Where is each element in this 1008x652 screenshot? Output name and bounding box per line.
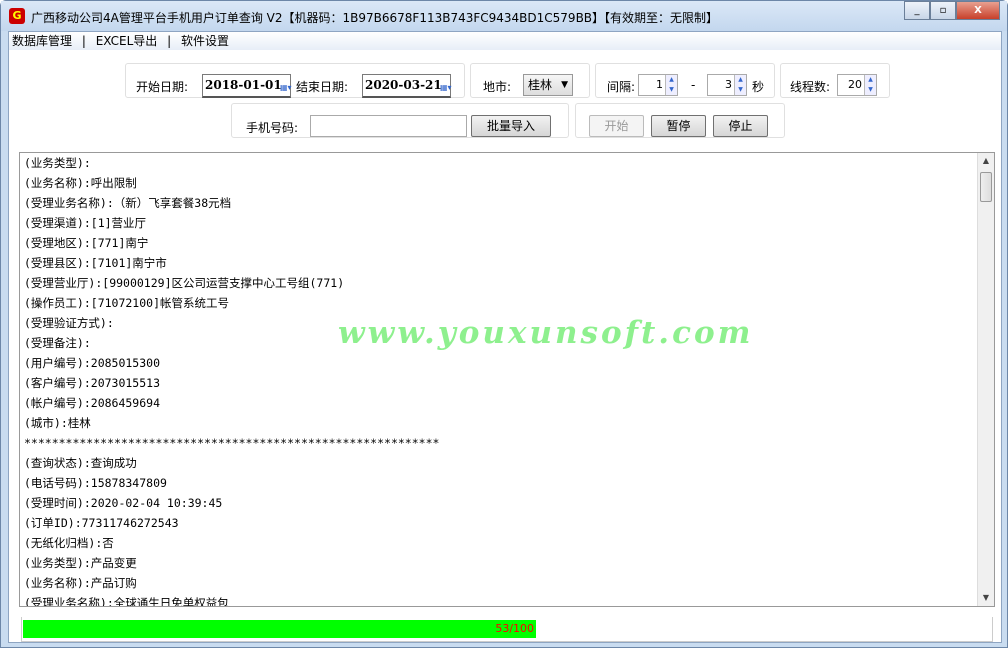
log-line: (订单ID):77311746272543 [24,516,179,530]
interval-max-value: 3 [725,78,732,91]
city-label: 地市: [483,80,512,94]
menu-separator: | [81,34,86,48]
stop-button[interactable]: 停止 [713,115,768,137]
interval-dash: - [691,78,696,92]
log-line: (无纸化归档):否 [24,536,114,550]
title-bar: G 广西移动公司4A管理平台手机用户订单查询 V2【机器码：1B97B6678F… [1,1,1007,31]
calendar-icon[interactable]: ▦▾ [280,77,292,95]
log-line: (用户编号):2085015300 [24,356,161,370]
phone-label: 手机号码: [246,121,299,135]
log-line: (受理地区):[771]南宁 [24,236,149,250]
spin-arrows-icon[interactable]: ▲ ▼ [665,75,677,95]
progress-bar: 53/100 [21,617,993,642]
log-line: (受理渠道):[1]营业厅 [24,216,147,230]
menu-settings[interactable]: 软件设置 [181,34,229,48]
vertical-scrollbar[interactable]: ▲ ▼ [977,153,994,606]
log-line: (业务名称):呼出限制 [24,176,137,190]
calendar-icon[interactable]: ▦▾ [440,77,452,95]
scroll-up-icon[interactable]: ▲ [978,153,994,169]
log-textarea[interactable]: (业务类型): (业务名称):呼出限制 (受理业务名称):（新）飞享套餐38元档 (受… [19,152,995,607]
progress-fill: 53/100 [23,620,537,638]
end-date-label: 结束日期: [296,80,349,94]
menu-database[interactable]: 数据库管理 [12,34,72,48]
interval-unit: 秒 [752,80,765,94]
threads-stepper[interactable]: 20 ▲ ▼ [837,74,877,96]
log-line: ****************************************… [24,436,440,450]
phone-input[interactable] [310,115,467,137]
threads-value: 20 [848,78,862,91]
log-line: (受理营业厅):[99000129]区公司运营支撑中心工号组(771) [24,276,345,290]
maximize-button[interactable]: ▫ [930,1,956,20]
scroll-thumb[interactable] [980,172,992,202]
start-date-value: 2018-01-01 [205,78,282,92]
chevron-down-icon: ▼ [561,80,568,90]
city-select[interactable]: 桂林 ▼ [523,74,573,96]
scroll-down-icon[interactable]: ▼ [978,590,994,606]
app-logo-icon: G [9,8,25,24]
batch-import-button[interactable]: 批量导入 [471,115,551,137]
spin-arrows-icon[interactable]: ▲ ▼ [734,75,746,95]
menu-bar: 数据库管理 | EXCEL导出 | 软件设置 [9,32,1001,50]
start-date-label: 开始日期: [136,80,189,94]
client-area: 数据库管理 | EXCEL导出 | 软件设置 开始日期: 2018-01-01 ▦… [8,31,1002,643]
end-date-value: 2020-03-21 [365,78,442,92]
log-line: (电话号码):15878347809 [24,476,167,490]
log-line: (帐户编号):2086459694 [24,396,161,410]
pause-button[interactable]: 暂停 [651,115,706,137]
interval-label: 间隔: [607,80,636,94]
log-lines: (业务类型): (业务名称):呼出限制 (受理业务名称):（新）飞享套餐38元档 (受… [24,153,440,607]
log-line: (业务名称):产品订购 [24,576,137,590]
window-title: 广西移动公司4A管理平台手机用户订单查询 V2【机器码：1B97B6678F11… [31,11,719,25]
log-line: (受理时间):2020-02-04 10:39:45 [24,496,223,510]
start-button[interactable]: 开始 [589,115,644,137]
log-line: (客户编号):2073015513 [24,376,161,390]
interval-min-value: 1 [656,78,663,91]
menu-separator: | [167,34,172,48]
watermark: www.youxunsoft.com [338,315,754,351]
log-line: (受理业务名称):全球通生日免单权益包 [24,596,229,607]
interval-min-stepper[interactable]: 1 ▲ ▼ [638,74,678,96]
app-window: G 广西移动公司4A管理平台手机用户订单查询 V2【机器码：1B97B6678F… [0,0,1008,648]
log-line: (受理业务名称):（新）飞享套餐38元档 [24,196,232,210]
start-date-picker[interactable]: 2018-01-01 ▦▾ [202,74,292,98]
interval-max-stepper[interactable]: 3 ▲ ▼ [707,74,747,96]
log-line: (业务类型):产品变更 [24,556,137,570]
log-line: (操作员工):[71072100]帐管系统工号 [24,296,230,310]
city-value: 桂林 [528,78,553,92]
menu-excel-export[interactable]: EXCEL导出 [96,34,158,48]
log-line: (受理县区):[7101]南宁市 [24,256,167,270]
log-line: (业务类型): [24,156,91,170]
log-line: (城市):桂林 [24,416,91,430]
spin-arrows-icon[interactable]: ▲ ▼ [864,75,876,95]
log-line: (查询状态):查询成功 [24,456,137,470]
close-button[interactable]: X [956,1,1000,20]
progress-label: 53/100 [495,622,535,635]
threads-label: 线程数: [790,80,831,94]
end-date-picker[interactable]: 2020-03-21 ▦▾ [362,74,452,98]
minimize-button[interactable]: _ [904,1,930,20]
